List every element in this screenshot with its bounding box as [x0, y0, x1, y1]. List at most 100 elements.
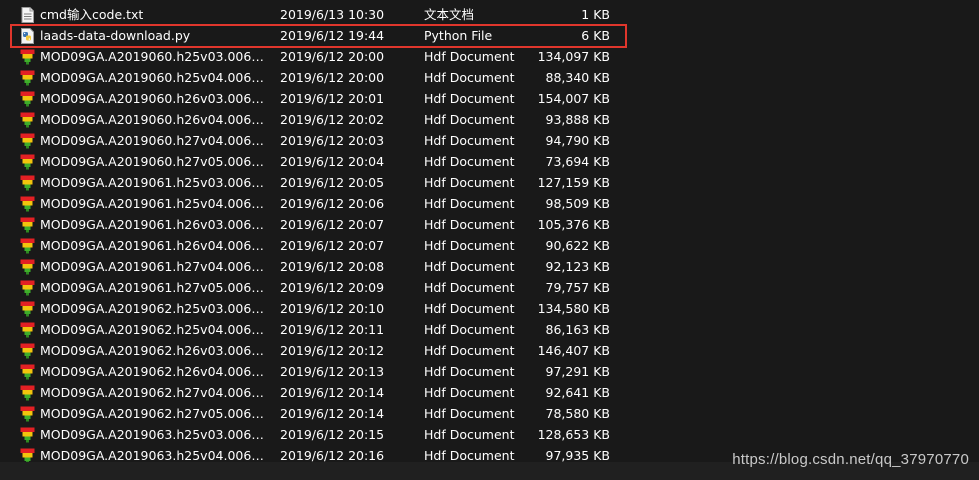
file-row[interactable]: MOD09GA.A2019062.h26v03.006.201... 2019/6…	[0, 340, 979, 361]
file-size: 79,757 KB	[545, 280, 610, 295]
file-size: 105,376 KB	[537, 217, 610, 232]
file-name: MOD09GA.A2019061.h26v03.006.201...	[40, 217, 266, 232]
file-size: 90,622 KB	[545, 238, 610, 253]
file-row[interactable]: MOD09GA.A2019063.h25v03.006.201... 2019/6…	[0, 424, 979, 445]
hdf-file-icon	[20, 322, 35, 338]
file-name: MOD09GA.A2019062.h25v04.006.201...	[40, 322, 266, 337]
file-row[interactable]: MOD09GA.A2019061.h27v04.006.201... 2019/6…	[0, 256, 979, 277]
file-type: Hdf Document	[424, 259, 515, 274]
file-name: MOD09GA.A2019061.h26v04.006.201...	[40, 238, 266, 253]
hdf-file-icon	[20, 427, 35, 443]
file-type: Hdf Document	[424, 70, 515, 85]
file-type: Hdf Document	[424, 385, 515, 400]
file-modified: 2019/6/12 20:00	[280, 49, 385, 64]
file-modified: 2019/6/13 10:30	[280, 7, 385, 22]
file-size: 127,159 KB	[537, 175, 610, 190]
file-type: Hdf Document	[424, 343, 515, 358]
hdf-file-icon	[20, 112, 35, 128]
file-modified: 2019/6/12 20:13	[280, 364, 385, 379]
file-size: 128,653 KB	[537, 427, 610, 442]
file-size: 94,790 KB	[545, 133, 610, 148]
file-name: MOD09GA.A2019062.h25v03.006.201...	[40, 301, 266, 316]
file-modified: 2019/6/12 20:08	[280, 259, 385, 274]
file-name: MOD09GA.A2019062.h27v04.006.201...	[40, 385, 266, 400]
hdf-file-icon	[20, 196, 35, 212]
file-row[interactable]: MOD09GA.A2019062.h25v03.006.201... 2019/6…	[0, 298, 979, 319]
file-size: 134,580 KB	[537, 301, 610, 316]
file-size: 146,407 KB	[537, 343, 610, 358]
file-row[interactable]: MOD09GA.A2019060.h27v04.006.201... 2019/6…	[0, 130, 979, 151]
hdf-file-icon	[20, 217, 35, 233]
file-row[interactable]: MOD09GA.A2019060.h26v04.006.201... 2019/6…	[0, 109, 979, 130]
file-size: 92,641 KB	[545, 385, 610, 400]
file-name: MOD09GA.A2019061.h25v04.006.201...	[40, 196, 266, 211]
file-size: 86,163 KB	[545, 322, 610, 337]
file-type: Hdf Document	[424, 217, 515, 232]
file-modified: 2019/6/12 20:07	[280, 238, 385, 253]
file-name: cmd输入code.txt	[40, 7, 144, 22]
file-type: 文本文档	[424, 7, 475, 22]
file-name: MOD09GA.A2019060.h25v03.006.201...	[40, 49, 266, 64]
file-name: MOD09GA.A2019060.h25v04.006.201...	[40, 70, 266, 85]
file-name: MOD09GA.A2019062.h26v03.006.201...	[40, 343, 266, 358]
file-row[interactable]: MOD09GA.A2019062.h25v04.006.201... 2019/6…	[0, 319, 979, 340]
hdf-file-icon	[20, 238, 35, 254]
hdf-file-icon	[20, 133, 35, 149]
file-row[interactable]: MOD09GA.A2019062.h26v04.006.201... 2019/6…	[0, 361, 979, 382]
file-type: Hdf Document	[424, 322, 515, 337]
file-name: MOD09GA.A2019060.h26v04.006.201...	[40, 112, 266, 127]
hdf-file-icon	[20, 280, 35, 296]
file-type: Hdf Document	[424, 112, 515, 127]
file-row[interactable]: MOD09GA.A2019060.h26v03.006.201... 2019/6…	[0, 88, 979, 109]
file-type: Python File	[424, 28, 493, 43]
file-size: 1 KB	[581, 7, 610, 22]
file-name: MOD09GA.A2019060.h27v04.006.201...	[40, 133, 266, 148]
file-row[interactable]: MOD09GA.A2019061.h26v04.006.201... 2019/6…	[0, 235, 979, 256]
file-row[interactable]: MOD09GA.A2019062.h27v05.006.201... 2019/6…	[0, 403, 979, 424]
file-modified: 2019/6/12 20:04	[280, 154, 385, 169]
file-list: cmd输入code.txt 2019/6/13 10:30 文本文档 1 KB laad…	[0, 4, 979, 466]
file-row[interactable]: MOD09GA.A2019061.h25v04.006.201... 2019/6…	[0, 193, 979, 214]
file-name: MOD09GA.A2019062.h26v04.006.201...	[40, 364, 266, 379]
file-type: Hdf Document	[424, 133, 515, 148]
file-row[interactable]: MOD09GA.A2019060.h27v05.006.201... 2019/6…	[0, 151, 979, 172]
file-row[interactable]: cmd输入code.txt 2019/6/13 10:30 文本文档 1 KB	[0, 4, 979, 25]
hdf-file-icon	[20, 385, 35, 401]
file-size: 98,509 KB	[545, 196, 610, 211]
file-modified: 2019/6/12 20:15	[280, 427, 385, 442]
file-row[interactable]: MOD09GA.A2019060.h25v03.006.201... 2019/6…	[0, 46, 979, 67]
hdf-file-icon	[20, 343, 35, 359]
file-modified: 2019/6/12 20:06	[280, 196, 385, 211]
hdf-file-icon	[20, 175, 35, 191]
file-size: 6 KB	[581, 28, 610, 43]
file-name: MOD09GA.A2019061.h27v05.006.201...	[40, 280, 266, 295]
hdf-file-icon	[20, 301, 35, 317]
file-name: MOD09GA.A2019062.h27v05.006.201...	[40, 406, 266, 421]
file-modified: 2019/6/12 20:02	[280, 112, 385, 127]
file-type: Hdf Document	[424, 301, 515, 316]
file-row[interactable]: MOD09GA.A2019062.h27v04.006.201... 2019/6…	[0, 382, 979, 403]
file-size: 92,123 KB	[545, 259, 610, 274]
file-modified: 2019/6/12 20:14	[280, 385, 385, 400]
file-modified: 2019/6/12 20:09	[280, 280, 385, 295]
file-row[interactable]: MOD09GA.A2019060.h25v04.006.201... 2019/6…	[0, 67, 979, 88]
hdf-file-icon	[20, 364, 35, 380]
python-file-icon	[20, 28, 35, 44]
file-type: Hdf Document	[424, 154, 515, 169]
file-row[interactable]: MOD09GA.A2019061.h25v03.006.201... 2019/6…	[0, 172, 979, 193]
file-size: 97,291 KB	[545, 364, 610, 379]
text-file-icon	[20, 7, 35, 23]
file-row[interactable]: MOD09GA.A2019061.h27v05.006.201... 2019/6…	[0, 277, 979, 298]
file-type: Hdf Document	[424, 175, 515, 190]
file-size: 73,694 KB	[545, 154, 610, 169]
file-size: 154,007 KB	[537, 91, 610, 106]
file-row[interactable]: MOD09GA.A2019061.h26v03.006.201... 2019/6…	[0, 214, 979, 235]
file-type: Hdf Document	[424, 238, 515, 253]
file-modified: 2019/6/12 20:12	[280, 343, 385, 358]
file-type: Hdf Document	[424, 49, 515, 64]
file-row[interactable]: laads-data-download.py 2019/6/12 19:44 Pyt…	[0, 25, 979, 46]
file-modified: 2019/6/12 20:07	[280, 217, 385, 232]
file-size: 134,097 KB	[537, 49, 610, 64]
file-modified: 2019/6/12 20:11	[280, 322, 385, 337]
file-type: Hdf Document	[424, 196, 515, 211]
